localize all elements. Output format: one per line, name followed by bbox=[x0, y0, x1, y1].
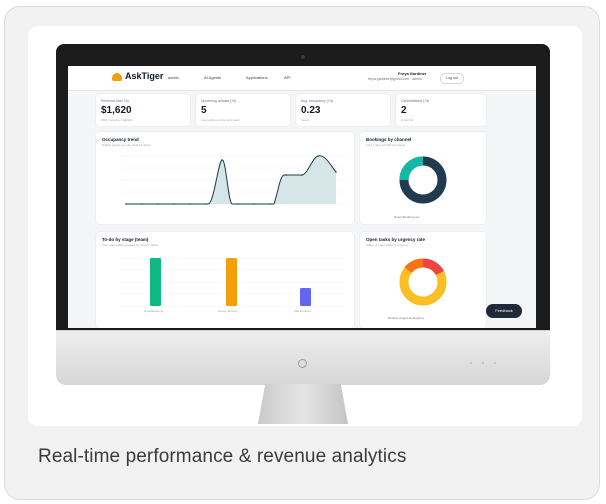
data-point bbox=[141, 203, 143, 205]
kpi-sub: in last 7d bbox=[401, 118, 414, 122]
indicator-led bbox=[482, 362, 484, 364]
user-email: freya.gardiner@gmail.com · admin bbox=[368, 77, 422, 81]
data-point bbox=[301, 174, 303, 176]
app-logo[interactable]: AskTiger bbox=[125, 71, 163, 81]
tiger-logo-icon bbox=[112, 73, 122, 81]
top-nav: AskTiger admin AI Agents Applications AP… bbox=[68, 66, 536, 91]
data-point bbox=[157, 203, 159, 205]
kpi-label: Upcoming arrivals (7d) bbox=[201, 99, 237, 103]
kpi-label: Avg. occupancy (7d) bbox=[301, 99, 333, 103]
nav-ai-agents[interactable]: AI Agents bbox=[204, 75, 221, 80]
kpi-card-revenue: Revenue (last 7d) $1,620 ADR / revenue h… bbox=[96, 94, 190, 126]
kpi-sub: ADR / revenue highlight bbox=[101, 118, 133, 122]
data-point bbox=[253, 203, 255, 205]
data-point bbox=[221, 159, 223, 161]
x-tick-label: Housekeeping bbox=[144, 309, 164, 313]
channel-donut-chart bbox=[399, 156, 447, 204]
indicator-led bbox=[470, 362, 472, 364]
data-point bbox=[335, 171, 337, 173]
kpi-sub: rooms bbox=[301, 118, 310, 122]
kpi-sub: reservations in the next week bbox=[201, 118, 240, 122]
kpi-value: 2 bbox=[401, 105, 407, 116]
camera-icon bbox=[301, 55, 305, 59]
occupancy-line-chart bbox=[122, 155, 346, 205]
kpi-card-occupancy: Avg. occupancy (7d) 0.23 rooms bbox=[296, 94, 390, 126]
data-point bbox=[205, 203, 207, 205]
chart-legend: Routine Urgent Emergency bbox=[388, 316, 425, 320]
nav-applications[interactable]: Applications bbox=[246, 75, 268, 80]
x-tick-label: Guest request bbox=[218, 309, 237, 313]
monitor-chin bbox=[56, 330, 550, 385]
data-point bbox=[237, 203, 239, 205]
channel-panel: Bookings by channel Last 7 days (confirm… bbox=[360, 132, 486, 224]
tasks-panel: To-do by stage (team) Your open tasks gr… bbox=[96, 232, 354, 328]
donut-slice-emergency bbox=[404, 258, 424, 274]
data-point bbox=[269, 203, 271, 205]
data-point bbox=[189, 203, 191, 205]
bar-housekeeping bbox=[150, 258, 161, 306]
urgency-panel: Open tasks by urgency rate Share of open… bbox=[360, 232, 486, 328]
nav-api[interactable]: API bbox=[284, 75, 290, 80]
logout-button[interactable]: Log out bbox=[440, 73, 464, 84]
occupancy-panel: Occupancy trend Nightly guests per day (… bbox=[96, 132, 354, 224]
chart-legend: Direct Booking.com bbox=[394, 215, 421, 219]
indicator-led bbox=[494, 362, 496, 364]
bar-guest-request bbox=[226, 258, 237, 306]
feedback-button[interactable]: Feedback bbox=[486, 304, 522, 318]
power-icon bbox=[298, 359, 307, 368]
kpi-value: 0.23 bbox=[301, 105, 321, 116]
kpi-value: $1,620 bbox=[101, 105, 132, 116]
data-point bbox=[285, 174, 287, 176]
data-point bbox=[173, 203, 175, 205]
x-tick-label: Maintenance bbox=[294, 309, 312, 313]
donut-slice-urgent bbox=[422, 258, 444, 276]
donut-slice-booking bbox=[399, 156, 424, 181]
dashboard-screen: AskTiger admin AI Agents Applications AP… bbox=[68, 66, 536, 328]
feature-caption: Real-time performance & revenue analytic… bbox=[38, 446, 407, 467]
urgency-donut-chart bbox=[399, 258, 447, 306]
kpi-card-cancellations: Cancellations (7d) 2 in last 7d bbox=[396, 94, 486, 126]
kpi-value: 5 bbox=[201, 105, 207, 116]
bar-maintenance bbox=[300, 288, 311, 306]
nav-admin[interactable]: admin bbox=[168, 75, 179, 80]
user-name: Freya Gardiner bbox=[398, 71, 427, 76]
data-point bbox=[317, 155, 319, 157]
kpi-label: Revenue (last 7d) bbox=[101, 99, 129, 103]
kpi-card-arrivals: Upcoming arrivals (7d) 5 reservations in… bbox=[196, 94, 290, 126]
kpi-label: Cancellations (7d) bbox=[401, 99, 430, 103]
monitor-stand bbox=[258, 384, 348, 424]
data-point bbox=[125, 203, 127, 205]
tasks-bar-chart bbox=[118, 257, 346, 307]
